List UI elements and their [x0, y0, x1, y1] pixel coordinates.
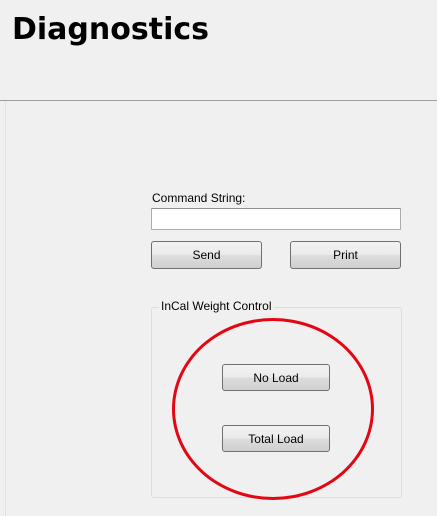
incal-group-title: InCal Weight Control [159, 299, 274, 313]
print-button[interactable]: Print [290, 241, 401, 269]
no-load-button[interactable]: No Load [222, 364, 330, 391]
send-button[interactable]: Send [151, 241, 262, 269]
page-title: Diagnostics [12, 12, 209, 47]
panel-left-border [5, 101, 6, 516]
incal-weight-control-group [151, 307, 402, 498]
command-string-label: Command String: [152, 191, 246, 205]
header-divider [0, 100, 437, 101]
command-string-input[interactable] [151, 208, 401, 230]
total-load-button[interactable]: Total Load [222, 425, 330, 452]
